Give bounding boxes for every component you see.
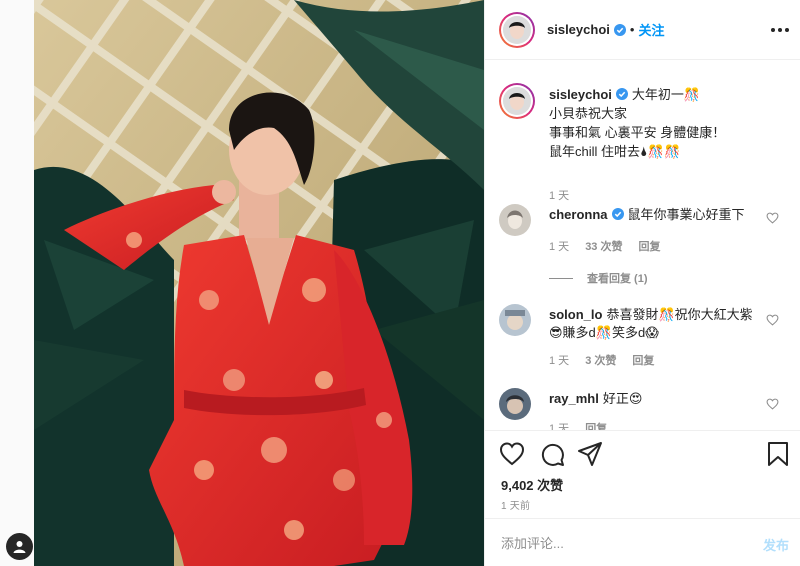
comment-timestamp[interactable]: 1 天 <box>549 238 569 254</box>
like-comment-heart-icon[interactable] <box>766 314 779 326</box>
comment-username[interactable]: cheronna <box>549 207 608 222</box>
caption-line: 小貝恭祝大家 <box>549 106 628 121</box>
comment-username[interactable]: ray_mhl <box>549 391 599 406</box>
author-avatar[interactable] <box>499 11 535 48</box>
view-replies-label: 查看回复 (1) <box>587 273 648 285</box>
comment-text: 鼠年你事業心好重下 <box>627 207 745 222</box>
post-photo[interactable] <box>34 0 484 566</box>
reply-button[interactable]: 回复 <box>585 420 607 430</box>
verified-badge-icon <box>611 208 624 220</box>
comment-meta: 1 天 33 次赞 回复 <box>549 238 660 254</box>
reply-button[interactable]: 回复 <box>632 352 654 368</box>
caption-line: 事事和氣 心裏平安 身體健康！ <box>549 125 726 140</box>
comment-timestamp[interactable]: 1 天 <box>549 352 569 368</box>
comment-body: ray_mhl 好正😍 <box>549 390 754 408</box>
comment-text: 好正😍 <box>602 391 643 406</box>
avatar-picture <box>499 388 531 420</box>
comment-meta: 1 天 3 次赞 回复 <box>549 352 654 368</box>
caption-username[interactable]: sisleychoi <box>549 87 612 102</box>
post-comment-button[interactable]: 发布 <box>763 535 789 554</box>
likes-count[interactable]: 9,402 次赞 <box>501 475 563 494</box>
post-date[interactable]: 1 天前 <box>501 497 530 512</box>
action-icon-bar <box>499 441 791 467</box>
verified-badge-icon <box>615 88 628 100</box>
commenter-avatar[interactable] <box>499 304 531 336</box>
bookmark-icon[interactable] <box>765 441 791 467</box>
comments-list[interactable]: sisleychoi 大年初一🎊 小貝恭祝大家 事事和氣 心裏平安 身體健康！ 鼠… <box>485 61 800 430</box>
avatar-picture <box>499 204 531 236</box>
comment-likes[interactable]: 3 次赞 <box>585 352 616 368</box>
author-username[interactable]: sisleychoi <box>547 22 610 37</box>
user-icon <box>13 541 26 553</box>
reply-button[interactable]: 回复 <box>638 238 660 254</box>
left-gutter <box>0 0 34 566</box>
follow-button[interactable]: 关注 <box>638 20 664 39</box>
comment-body: solon_lo 恭喜發財🎊祝你大紅大紫😎賺多d🎊笑多d😱 <box>549 306 754 342</box>
avatar-picture <box>503 87 531 115</box>
profile-fab-button[interactable] <box>6 533 33 560</box>
commenter-avatar[interactable] <box>499 388 531 420</box>
post-details-panel: sisleychoi • 关注 sisleychoi 大年初一🎊 小貝恭祝大家 … <box>484 0 800 566</box>
caption-line: 大年初一🎊 <box>631 87 701 102</box>
header-separator: • <box>629 22 635 37</box>
divider-line <box>549 277 573 279</box>
more-options-icon[interactable] <box>771 22 789 38</box>
caption-timestamp[interactable]: 1 天 <box>549 187 569 203</box>
caption-text: sisleychoi 大年初一🎊 小貝恭祝大家 事事和氣 心裏平安 身體健康！ 鼠… <box>549 85 789 161</box>
like-comment-heart-icon[interactable] <box>766 398 779 410</box>
avatar-picture <box>499 304 531 336</box>
comment-icon[interactable] <box>539 441 565 467</box>
comment-likes[interactable]: 33 次赞 <box>585 238 622 254</box>
like-comment-heart-icon[interactable] <box>766 212 779 224</box>
comment-timestamp[interactable]: 1 天 <box>549 420 569 430</box>
verified-badge-icon <box>613 23 626 36</box>
comment-input[interactable] <box>501 533 741 553</box>
view-replies-button[interactable]: 查看回复 (1) <box>549 270 648 286</box>
commenter-avatar[interactable] <box>499 204 531 236</box>
post-actions: 9,402 次赞 1 天前 <box>485 430 800 518</box>
avatar-picture <box>503 15 531 44</box>
paper-plane-icon[interactable] <box>577 441 603 467</box>
caption-avatar[interactable] <box>499 83 535 119</box>
add-comment-bar: 发布 <box>485 518 800 566</box>
comment-body: cheronna 鼠年你事業心好重下 <box>549 206 754 224</box>
comment-meta: 1 天 回复 <box>549 420 607 430</box>
heart-icon[interactable] <box>499 441 525 467</box>
post-header: sisleychoi • 关注 <box>485 0 800 60</box>
comment-username[interactable]: solon_lo <box>549 307 602 322</box>
caption-line: 鼠年chill 住咁去🌢🎊🎊 <box>549 144 681 159</box>
